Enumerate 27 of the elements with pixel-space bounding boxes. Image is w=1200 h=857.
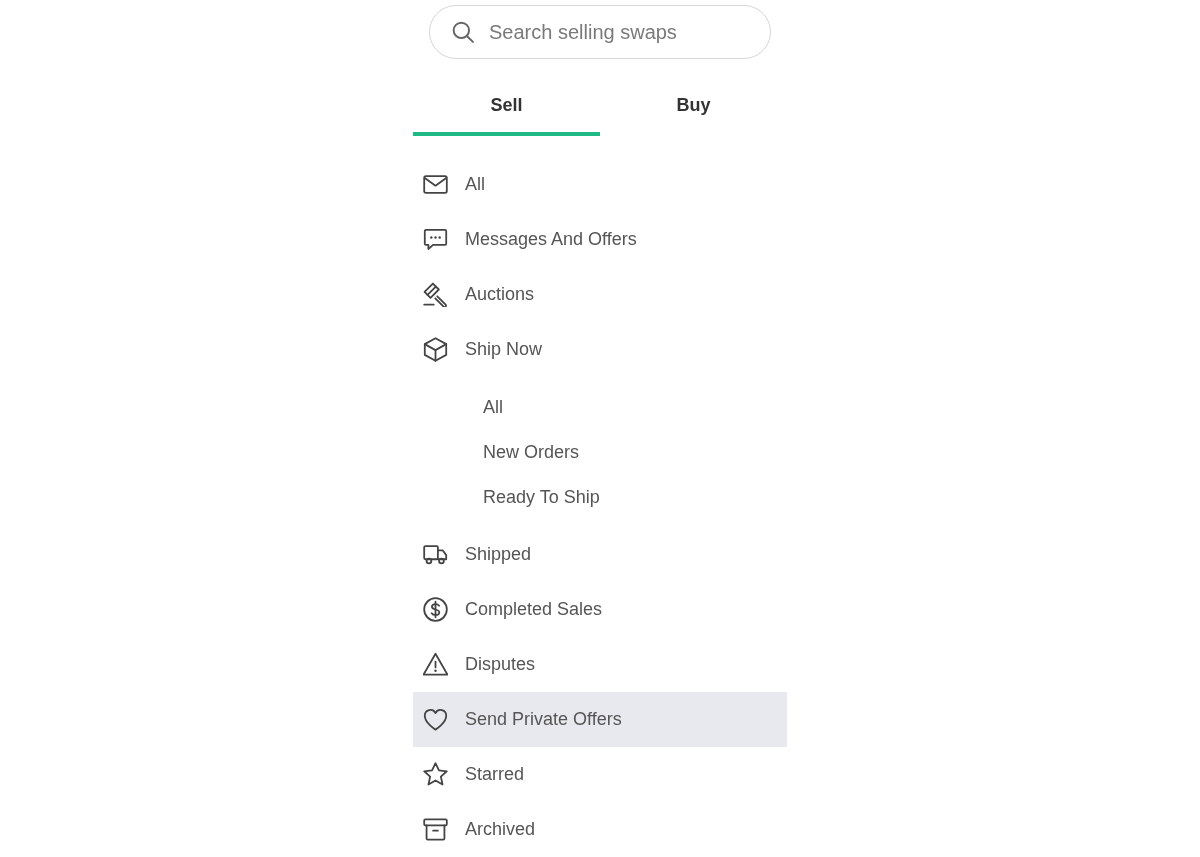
archive-box-icon [423, 817, 448, 842]
submenu-item[interactable]: New Orders [413, 430, 787, 475]
tab[interactable]: Buy [600, 79, 787, 136]
submenu-item[interactable]: All [413, 385, 787, 430]
menu-item[interactable]: Ship Now [413, 322, 787, 377]
envelope-icon [423, 172, 448, 197]
warning-icon [423, 652, 448, 677]
submenu-item[interactable]: Ready To Ship [413, 475, 787, 520]
menu-item[interactable]: Auctions [413, 267, 787, 322]
cube-icon [423, 337, 448, 362]
truck-icon [423, 542, 448, 567]
search-icon [452, 21, 474, 43]
menu-item[interactable]: Send Private Offers [413, 692, 787, 747]
dollar-coin-icon [423, 597, 448, 622]
menu-item[interactable]: Disputes [413, 637, 787, 692]
chat-bubble-icon [423, 227, 448, 252]
menu-item[interactable]: Archived [413, 802, 787, 857]
menu-item[interactable]: All [413, 157, 787, 212]
menu-item[interactable]: Shipped [413, 527, 787, 582]
menu-item[interactable]: Messages And Offers [413, 212, 787, 267]
heart-icon [423, 707, 448, 732]
search-field[interactable]: Search selling swaps [429, 5, 771, 59]
tab[interactable]: Sell [413, 79, 600, 136]
menu-item[interactable]: Completed Sales [413, 582, 787, 637]
menu-item[interactable]: Starred [413, 747, 787, 802]
gavel-icon [423, 282, 448, 307]
star-icon [423, 762, 448, 787]
